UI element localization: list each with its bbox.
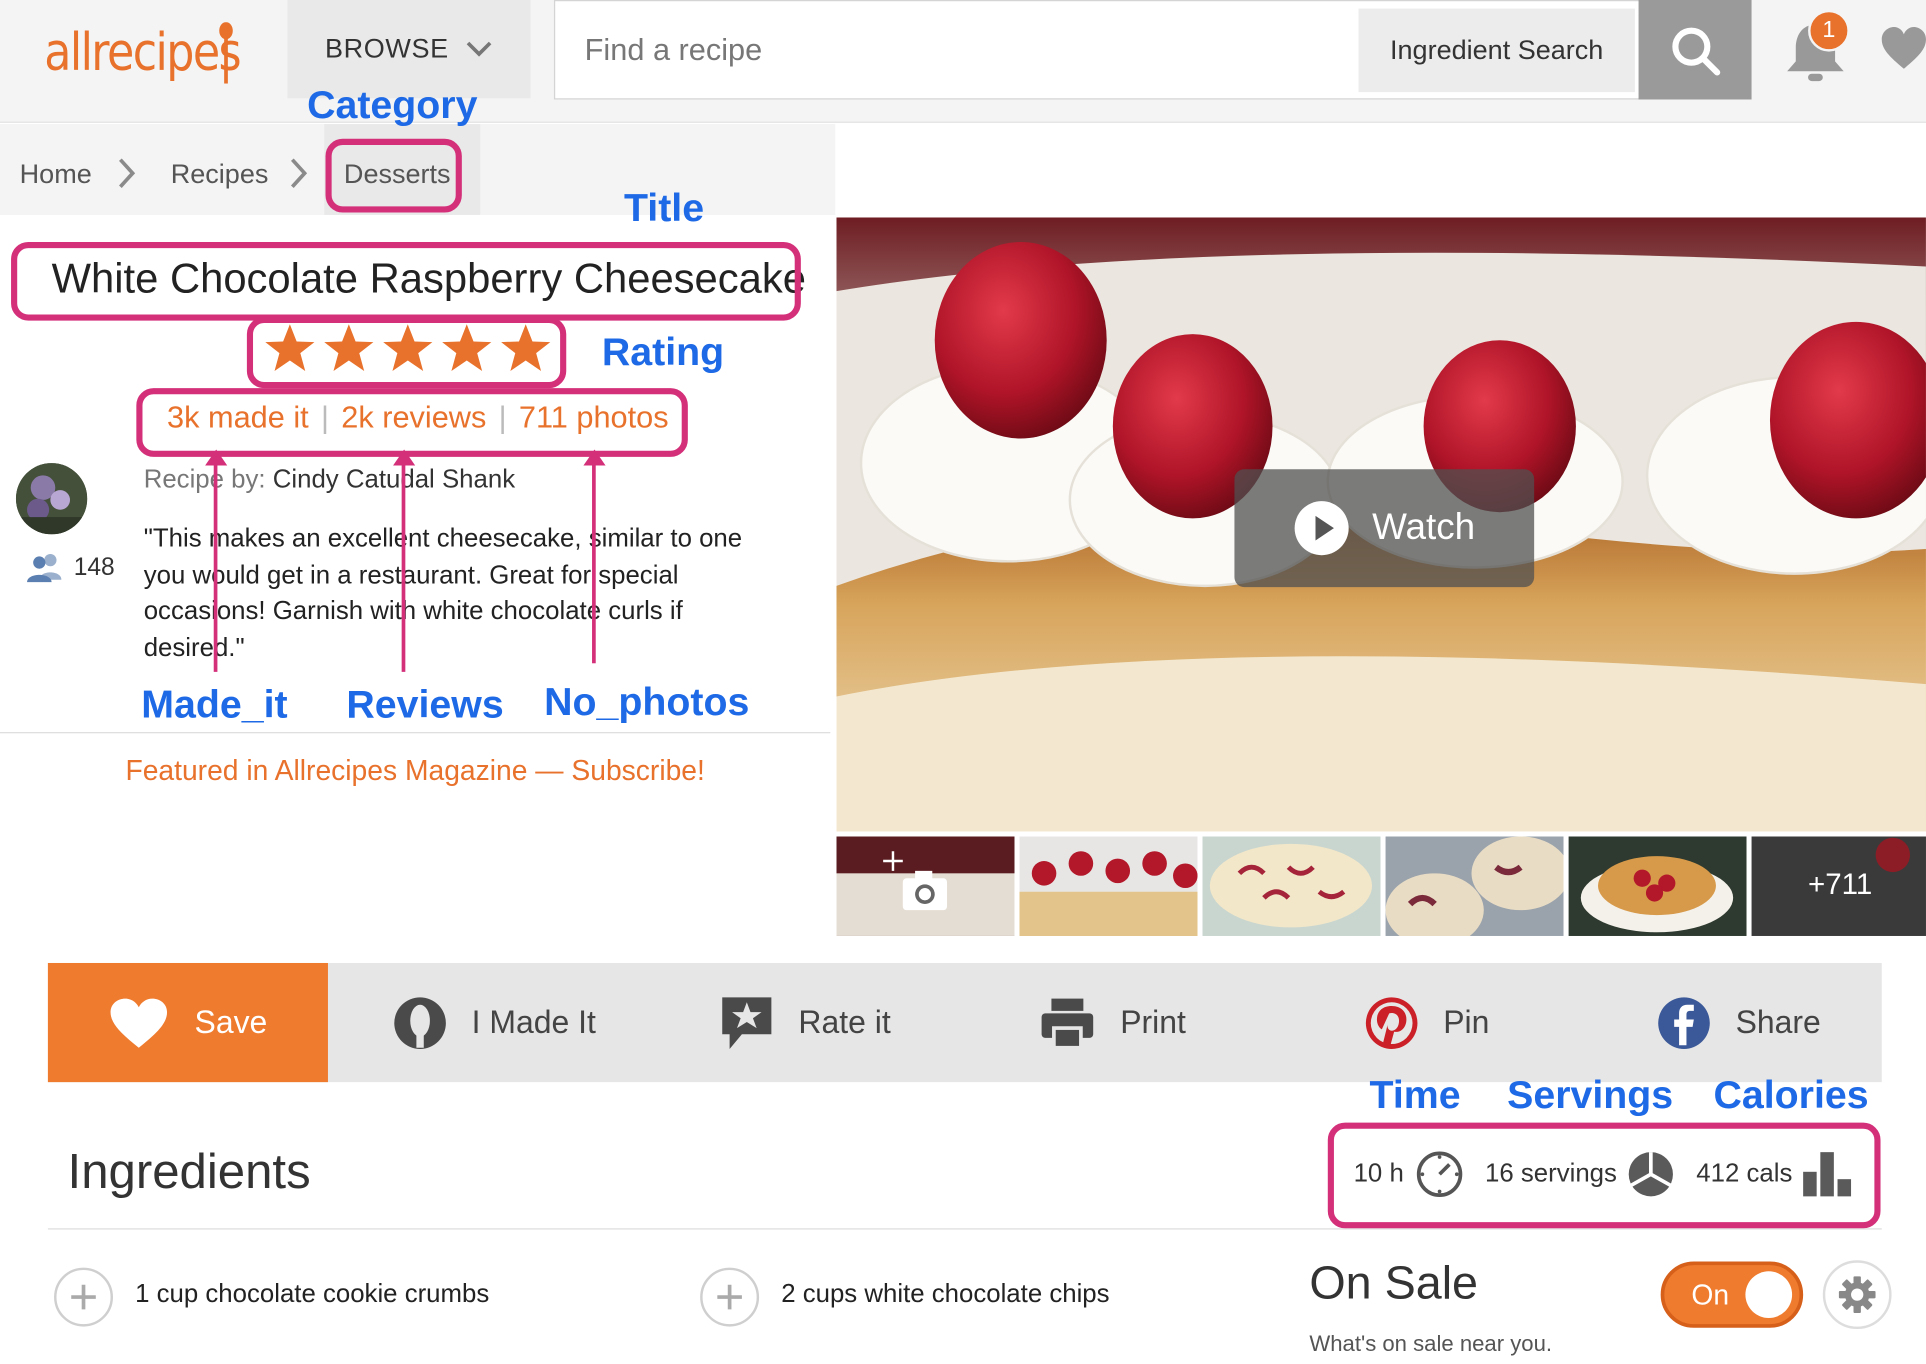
author-followers: 148	[27, 553, 115, 583]
browse-label: BROWSE	[325, 33, 449, 64]
toggle-knob	[1745, 1271, 1793, 1318]
author-name-link[interactable]: Cindy Catudal Shank	[273, 466, 515, 494]
photos-arrow	[592, 456, 596, 664]
ingredient-search-button[interactable]: Ingredient Search	[1358, 8, 1635, 93]
followers-icon	[27, 553, 62, 583]
rating-annotation: Rating	[601, 329, 725, 374]
rate-star-bubble-icon	[722, 996, 772, 1049]
followers-count: 148	[73, 553, 115, 581]
gear-icon	[1838, 1276, 1876, 1314]
thumbnail-image	[1568, 836, 1747, 936]
on-sale-subtitle: What's on sale near you.	[1309, 1331, 1553, 1357]
print-button[interactable]: Print	[1039, 963, 1186, 1082]
add-photo-thumbnail[interactable]	[836, 836, 1015, 936]
share-label: Share	[1735, 1003, 1821, 1041]
facebook-icon	[1658, 996, 1710, 1049]
plus-icon	[717, 1284, 742, 1310]
print-label: Print	[1120, 1003, 1186, 1041]
servings-annotation: Servings	[1507, 1072, 1674, 1117]
no-photos-annotation: No_photos	[544, 679, 750, 724]
photo-thumbnail[interactable]	[1568, 836, 1747, 936]
chevron-down-icon	[467, 41, 492, 57]
photo-thumbnail[interactable]	[1019, 836, 1198, 936]
featured-magazine-link[interactable]: Featured in Allrecipes Magazine — Subscr…	[0, 754, 830, 787]
title-annotation-box	[11, 241, 801, 321]
save-label: Save	[194, 1003, 268, 1041]
ingredient-item: 2 cups white chocolate chips	[781, 1279, 1110, 1309]
add-ingredient-button[interactable]	[54, 1267, 114, 1327]
chevron-right-icon	[119, 158, 136, 188]
made-it-annotation: Made_it	[141, 681, 288, 726]
thumbnail-image	[1385, 836, 1564, 936]
watch-label: Watch	[1372, 507, 1476, 548]
time-annotation: Time	[1369, 1072, 1461, 1117]
settings-button[interactable]	[1822, 1260, 1892, 1330]
reviews-arrow	[401, 456, 406, 672]
add-camera-icon	[883, 851, 948, 911]
stats-annotation-box	[136, 388, 688, 457]
title-annotation: Title	[623, 185, 705, 230]
arrowhead-icon	[205, 449, 228, 466]
i-made-it-button[interactable]: I Made It	[393, 963, 596, 1082]
rate-it-label: Rate it	[798, 1003, 891, 1041]
watch-video-button[interactable]: Watch	[1234, 469, 1535, 588]
category-annotation-box	[325, 138, 462, 213]
search-button[interactable]	[1638, 0, 1752, 100]
printer-icon	[1041, 997, 1094, 1049]
on-sale-toggle[interactable]: On	[1660, 1261, 1804, 1328]
search-bar: Ingredient Search	[553, 0, 1751, 100]
more-photos-thumbnail[interactable]: +711	[1751, 836, 1926, 936]
category-annotation: Category	[307, 82, 478, 127]
calories-annotation: Calories	[1713, 1072, 1869, 1117]
notification-badge: 1	[1808, 9, 1850, 52]
plus-icon	[71, 1284, 96, 1310]
chevron-right-icon	[290, 158, 308, 188]
meta-annotation-box	[1327, 1122, 1881, 1229]
divider	[0, 732, 831, 734]
pin-button[interactable]: Pin	[1365, 963, 1490, 1082]
arrowhead-icon	[393, 449, 416, 466]
search-icon	[1672, 27, 1721, 75]
author-avatar[interactable]	[15, 463, 88, 535]
thumbnail-image	[1202, 836, 1381, 936]
i-made-it-label: I Made It	[471, 1003, 596, 1041]
breadcrumb-recipes[interactable]: Recipes	[171, 158, 269, 190]
on-sale-heading: On Sale	[1309, 1257, 1479, 1310]
reviews-annotation: Reviews	[346, 681, 504, 726]
chef-hat-icon	[394, 996, 446, 1049]
breadcrumb-home[interactable]: Home	[20, 158, 92, 190]
add-ingredient-button[interactable]	[700, 1267, 760, 1327]
favorites-heart-icon[interactable]	[1879, 25, 1926, 74]
recipe-by-label: Recipe by:	[143, 465, 266, 494]
save-button[interactable]: Save	[47, 962, 328, 1083]
spoon-logo-icon	[219, 22, 233, 84]
pin-label: Pin	[1443, 1003, 1490, 1041]
rating-annotation-box	[246, 316, 567, 389]
divider	[47, 1228, 1882, 1230]
arrowhead-icon	[583, 449, 606, 466]
recipe-description: "This makes an excellent cheesecake, sim…	[143, 524, 743, 662]
ingredients-heading: Ingredients	[67, 1144, 311, 1199]
heart-icon	[110, 997, 168, 1048]
avatar-image	[15, 463, 88, 535]
share-button[interactable]: Share	[1657, 963, 1821, 1082]
play-icon	[1294, 501, 1349, 556]
made-it-arrow	[213, 456, 218, 672]
rate-it-button[interactable]: Rate it	[720, 963, 891, 1082]
recipe-byline: Recipe by: Cindy Catudal Shank	[144, 466, 515, 495]
more-photos-count: +711	[1808, 868, 1873, 902]
thumbnail-image	[1019, 836, 1198, 936]
toggle-label: On	[1691, 1278, 1730, 1310]
pinterest-icon	[1365, 996, 1418, 1049]
ingredient-item: 1 cup chocolate cookie crumbs	[135, 1279, 490, 1309]
allrecipes-logo[interactable]: allrecipes	[44, 22, 241, 82]
photo-thumbnail[interactable]	[1202, 836, 1381, 936]
photo-thumbnail[interactable]	[1385, 836, 1564, 936]
search-input[interactable]	[584, 28, 1322, 73]
